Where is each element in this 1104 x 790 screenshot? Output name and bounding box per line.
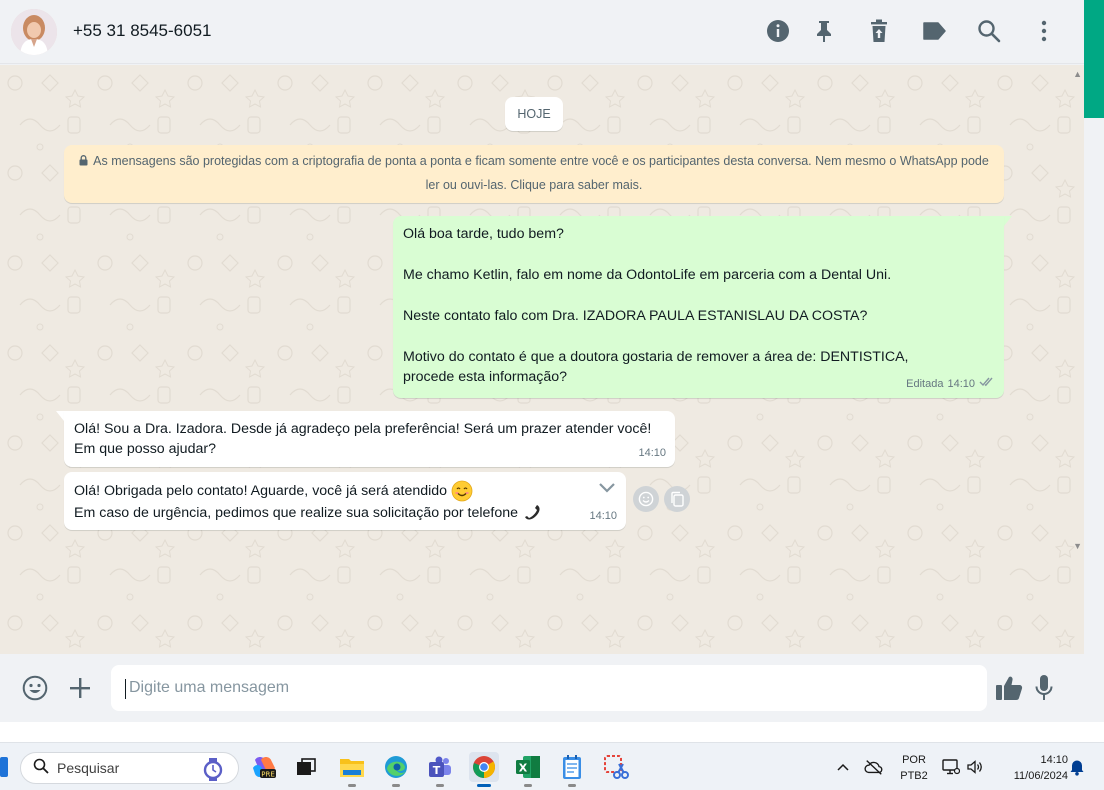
double-check-icon — [979, 374, 995, 394]
message-paragraph: Neste contato falo com Dra. IZADORA PAUL… — [403, 308, 868, 324]
taskbar-search-label: Pesquisar — [57, 760, 120, 776]
encryption-notice[interactable]: As mensagens são protegidas com a cripto… — [64, 145, 1004, 203]
svg-text:PRE: PRE — [261, 771, 275, 779]
notification-bell-icon[interactable] — [1067, 757, 1087, 777]
clock-date: 11/06/2024 — [1013, 770, 1068, 782]
running-indicator — [568, 784, 576, 787]
taskbar-search[interactable]: Pesquisar — [20, 752, 239, 784]
encryption-notice-text: As mensagens são protegidas com a cripto… — [93, 154, 989, 192]
message-meta: 14:10 — [589, 506, 617, 526]
message-time: 14:10 — [589, 510, 617, 522]
date-chip: HOJE — [505, 97, 563, 131]
chevron-down-icon[interactable] — [598, 480, 616, 500]
message-tail — [56, 411, 64, 421]
search-icon[interactable] — [975, 17, 1003, 45]
side-panel-accent — [1084, 0, 1104, 118]
copilot-app-icon[interactable]: PRE — [249, 752, 279, 782]
smiling-face-emoji — [451, 480, 473, 502]
contact-name[interactable]: +55 31 8545-6051 — [73, 21, 212, 41]
message-paragraph: Motivo do contato é que a doutora gostar… — [403, 349, 909, 385]
excel-app-icon[interactable]: X — [513, 752, 543, 787]
message-time: 14:10 — [638, 447, 666, 459]
react-emoji-icon[interactable] — [633, 486, 659, 512]
start-button[interactable] — [0, 757, 8, 777]
teams-app-icon[interactable]: T — [425, 752, 455, 787]
running-indicator — [348, 784, 356, 787]
onedrive-offline-icon[interactable] — [864, 757, 884, 777]
label-icon[interactable] — [920, 17, 948, 45]
contact-avatar[interactable] — [11, 9, 57, 55]
pin-icon[interactable] — [810, 17, 838, 45]
message-paragraph: Olá! Sou a Dra. Izadora. Desde já agrade… — [74, 421, 652, 457]
message-tail — [1004, 216, 1012, 226]
side-panel-strip — [1084, 0, 1104, 722]
input-language-indicator[interactable]: POR PTB2 — [896, 752, 932, 784]
message-paragraph: Olá boa tarde, tudo bem? — [403, 226, 564, 242]
chat-header: +55 31 8545-6051 — [0, 0, 1084, 64]
desktop-gap — [0, 722, 1104, 742]
message-line: Em caso de urgência, pedimos que realize… — [74, 503, 616, 523]
edge-app-icon[interactable] — [381, 752, 411, 787]
active-indicator — [477, 784, 491, 787]
copy-icon[interactable] — [664, 486, 690, 512]
search-icon — [33, 758, 49, 779]
file-explorer-app-icon[interactable] — [337, 752, 367, 787]
message-paragraph: Me chamo Ketlin, falo em nome da OdontoL… — [403, 267, 892, 283]
clock-time: 14:10 — [1040, 754, 1068, 766]
chevron-up-icon[interactable] — [833, 757, 853, 777]
thumbs-up-icon[interactable] — [995, 674, 1023, 702]
keyboard-layout: PTB2 — [900, 770, 928, 782]
edited-label: Editada — [906, 378, 944, 390]
message-meta: Editada 14:10 — [906, 374, 995, 394]
taskbar-clock[interactable]: 14:10 11/06/2024 — [994, 752, 1068, 784]
search-highlight-icon — [202, 757, 224, 786]
scroll-down-arrow[interactable]: ▼ — [1073, 541, 1082, 551]
whatsapp-window: +55 31 8545-6051 ▲ ▼ HOJE As mensagens s… — [0, 0, 1104, 722]
text-caret — [125, 679, 126, 699]
microphone-icon[interactable] — [1030, 674, 1058, 702]
svg-text:T: T — [433, 764, 441, 777]
windows-taskbar: Pesquisar PRE T X POR PTB2 14:10 11/06/2… — [0, 742, 1104, 790]
info-icon[interactable] — [764, 17, 792, 45]
telephone-receiver-emoji — [522, 503, 542, 523]
outgoing-message[interactable]: Olá boa tarde, tudo bem? Me chamo Ketlin… — [393, 216, 1004, 398]
message-input[interactable] — [111, 665, 987, 711]
message-composer — [0, 654, 1084, 722]
message-meta: 14:10 — [638, 443, 666, 463]
incoming-message[interactable]: Olá! Sou a Dra. Izadora. Desde já agrade… — [64, 411, 675, 467]
scroll-up-arrow[interactable]: ▲ — [1073, 69, 1082, 79]
message-line-text: Olá! Obrigada pelo contato! Aguarde, voc… — [74, 483, 448, 499]
svg-text:X: X — [519, 762, 528, 775]
delete-icon[interactable] — [865, 17, 893, 45]
running-indicator — [436, 784, 444, 787]
network-icon[interactable] — [941, 757, 961, 777]
running-indicator — [524, 784, 532, 787]
attach-plus-icon[interactable] — [66, 674, 94, 702]
incoming-message[interactable]: Olá! Obrigada pelo contato! Aguarde, voc… — [64, 472, 626, 530]
lock-icon — [79, 151, 88, 174]
snipping-tool-app-icon[interactable] — [601, 752, 631, 782]
running-indicator — [392, 784, 400, 787]
emoji-icon[interactable] — [21, 674, 49, 702]
chat-area[interactable]: ▲ ▼ HOJE As mensagens são protegidas com… — [0, 65, 1084, 654]
menu-icon[interactable] — [1030, 17, 1058, 45]
taskview-app-icon[interactable] — [291, 752, 321, 782]
volume-icon[interactable] — [965, 757, 985, 777]
message-line-text: Em caso de urgência, pedimos que realize… — [74, 505, 519, 521]
message-line: Olá! Obrigada pelo contato! Aguarde, voc… — [74, 480, 616, 502]
message-time: 14:10 — [947, 378, 975, 390]
chrome-app-icon[interactable] — [469, 752, 499, 787]
language-code: POR — [902, 754, 926, 766]
notepad-app-icon[interactable] — [557, 752, 587, 787]
